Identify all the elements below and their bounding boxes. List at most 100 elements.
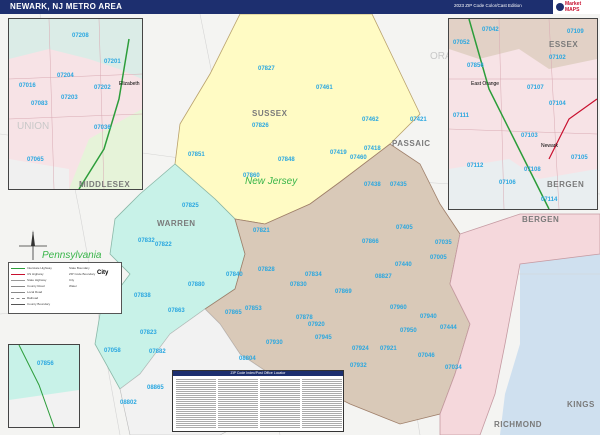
- svg-text:07827: 07827: [258, 66, 275, 72]
- city-label-elizabeth: Elizabeth: [119, 81, 140, 87]
- svg-text:07083: 07083: [31, 101, 48, 107]
- svg-text:07203: 07203: [61, 95, 78, 101]
- svg-text:07202: 07202: [94, 85, 111, 91]
- svg-text:07052: 07052: [453, 40, 470, 46]
- svg-text:07440: 07440: [395, 262, 412, 268]
- svg-text:07107: 07107: [527, 85, 544, 91]
- county-label-warren: WARREN: [157, 219, 196, 228]
- inset-union-county-label: UNION: [17, 121, 49, 132]
- inset-middlesex-label: MIDDLESEX: [79, 180, 130, 189]
- svg-text:07920: 07920: [308, 322, 325, 328]
- svg-text:07112: 07112: [467, 163, 484, 169]
- index-column: [302, 378, 342, 428]
- inset-small-canvas: 07856: [9, 345, 79, 427]
- svg-text:07036: 07036: [94, 125, 111, 131]
- svg-text:07208: 07208: [72, 33, 89, 39]
- svg-text:07201: 07201: [104, 59, 121, 65]
- svg-text:07114: 07114: [541, 197, 558, 203]
- svg-text:07102: 07102: [549, 55, 566, 61]
- svg-text:08865: 08865: [147, 385, 164, 391]
- svg-text:07930: 07930: [266, 340, 283, 346]
- svg-text:07882: 07882: [149, 349, 166, 355]
- svg-text:07035: 07035: [435, 240, 452, 246]
- svg-text:07856: 07856: [467, 63, 484, 69]
- svg-text:07863: 07863: [168, 308, 185, 314]
- svg-text:07832: 07832: [138, 238, 155, 244]
- svg-text:07418: 07418: [364, 146, 381, 152]
- svg-text:07046: 07046: [418, 353, 435, 359]
- svg-text:07860: 07860: [243, 173, 260, 179]
- svg-text:07940: 07940: [420, 314, 437, 320]
- svg-text:07924: 07924: [352, 346, 369, 352]
- county-label-bergen: BERGEN: [522, 215, 559, 224]
- svg-text:07848: 07848: [278, 157, 295, 163]
- city-label-newark: Newark: [541, 143, 558, 149]
- svg-text:07435: 07435: [390, 182, 407, 188]
- svg-text:07830: 07830: [290, 282, 307, 288]
- inset-map-union[interactable]: 07208 07201 07204 07202 07203 07016 0708…: [8, 18, 143, 190]
- city-label-east-orange: East Orange: [471, 81, 499, 87]
- county-label-passaic: PASSAIC: [392, 139, 430, 148]
- svg-text:07960: 07960: [390, 305, 407, 311]
- svg-text:07834: 07834: [305, 272, 322, 278]
- svg-text:07405: 07405: [396, 225, 413, 231]
- logo-mark-icon: [556, 3, 564, 11]
- svg-text:07109: 07109: [567, 29, 584, 35]
- svg-text:07461: 07461: [316, 85, 333, 91]
- svg-text:07104: 07104: [549, 101, 566, 107]
- svg-text:07878: 07878: [296, 315, 313, 321]
- svg-text:07419: 07419: [330, 150, 347, 156]
- logo-text: Market MAPS: [565, 1, 582, 13]
- svg-text:07880: 07880: [188, 282, 205, 288]
- svg-text:07111: 07111: [453, 113, 470, 119]
- svg-text:07460: 07460: [350, 155, 367, 161]
- index-column: [176, 378, 216, 428]
- index-column: [260, 378, 300, 428]
- publisher-logo: Market MAPS: [553, 0, 600, 14]
- svg-text:07932: 07932: [350, 363, 367, 369]
- svg-text:07421: 07421: [410, 117, 427, 123]
- inset-map-essex[interactable]: 07042 07052 07109 07856 07102 07111 0710…: [448, 18, 598, 210]
- svg-text:07838: 07838: [134, 293, 151, 299]
- svg-text:07106: 07106: [499, 180, 516, 186]
- svg-text:07851: 07851: [188, 152, 205, 158]
- map-legend: Interstate Highway US Highway State High…: [8, 262, 122, 314]
- svg-text:07823: 07823: [140, 330, 157, 336]
- county-label-sussex: SUSSEX: [252, 109, 288, 118]
- svg-text:07034: 07034: [445, 365, 462, 371]
- svg-text:07865: 07865: [225, 310, 242, 316]
- svg-text:07840: 07840: [226, 272, 243, 278]
- svg-text:07828: 07828: [258, 267, 275, 273]
- svg-text:07108: 07108: [524, 167, 541, 173]
- svg-text:07866: 07866: [362, 239, 379, 245]
- inset-bergen-county-label: BERGEN: [547, 180, 584, 189]
- index-column: [218, 378, 258, 428]
- state-label-pennsylvania: Pennsylvania: [42, 250, 102, 261]
- svg-text:07204: 07204: [57, 73, 74, 79]
- inset-essex-county-label: ESSEX: [549, 40, 578, 49]
- svg-text:07058: 07058: [104, 348, 121, 354]
- index-title: ZIP Code Index/Post Office Locator: [173, 371, 343, 376]
- county-label-kings: KINGS: [567, 400, 595, 409]
- svg-text:07825: 07825: [182, 203, 199, 209]
- svg-text:07016: 07016: [19, 83, 36, 89]
- inset-map-small[interactable]: 07856: [8, 344, 80, 428]
- svg-text:07438: 07438: [364, 182, 381, 188]
- svg-text:07444: 07444: [440, 325, 457, 331]
- svg-text:08804: 08804: [239, 356, 256, 362]
- svg-text:07950: 07950: [400, 328, 417, 334]
- svg-text:07005: 07005: [430, 255, 447, 261]
- svg-text:08802: 08802: [120, 400, 137, 406]
- inset-essex-canvas: 07042 07052 07109 07856 07102 07111 0710…: [449, 19, 597, 209]
- svg-text:07105: 07105: [571, 155, 588, 161]
- svg-text:07462: 07462: [362, 117, 379, 123]
- zip-index-panel: ZIP Code Index/Post Office Locator: [172, 370, 344, 432]
- legend-city-sample: City: [97, 270, 109, 276]
- svg-text:07945: 07945: [315, 335, 332, 341]
- svg-text:07103: 07103: [521, 133, 538, 139]
- page-title: NEWARK, NJ METRO AREA: [10, 2, 123, 11]
- header-bar: NEWARK, NJ METRO AREA 2023 ZIP Code Colo…: [0, 0, 600, 14]
- svg-text:07869: 07869: [335, 289, 352, 295]
- svg-text:07042: 07042: [482, 27, 499, 33]
- svg-text:07821: 07821: [253, 228, 270, 234]
